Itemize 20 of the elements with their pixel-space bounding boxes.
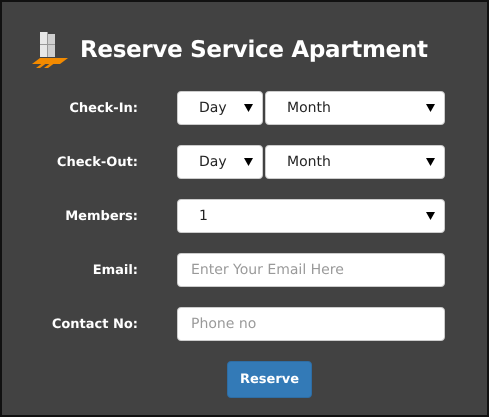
field-label: Check-Out: <box>56 154 138 170</box>
field-label: Contact No: <box>50 316 138 332</box>
dropdown[interactable]: Day <box>177 91 263 125</box>
reserve-button[interactable]: Reserve <box>227 361 312 398</box>
caret-icon <box>426 104 435 112</box>
dropdown[interactable]: Month <box>265 145 445 179</box>
building-icon <box>30 30 68 70</box>
caret-icon <box>244 104 253 112</box>
page-title: Reserve Service Apartment <box>80 37 428 63</box>
field-label: Email: <box>92 262 138 278</box>
caret-icon <box>244 158 253 166</box>
dropdown[interactable]: Day <box>177 145 263 179</box>
input-field[interactable]: Enter Your Email Here <box>177 253 445 287</box>
caret-icon <box>426 212 435 220</box>
caret-icon <box>426 158 435 166</box>
dropdown[interactable]: Month <box>265 91 445 125</box>
field-label: Check-In: <box>68 100 138 116</box>
field-label: Members: <box>64 208 138 224</box>
input-field[interactable]: Phone no <box>177 307 445 341</box>
dropdown[interactable]: 1 <box>177 199 445 233</box>
